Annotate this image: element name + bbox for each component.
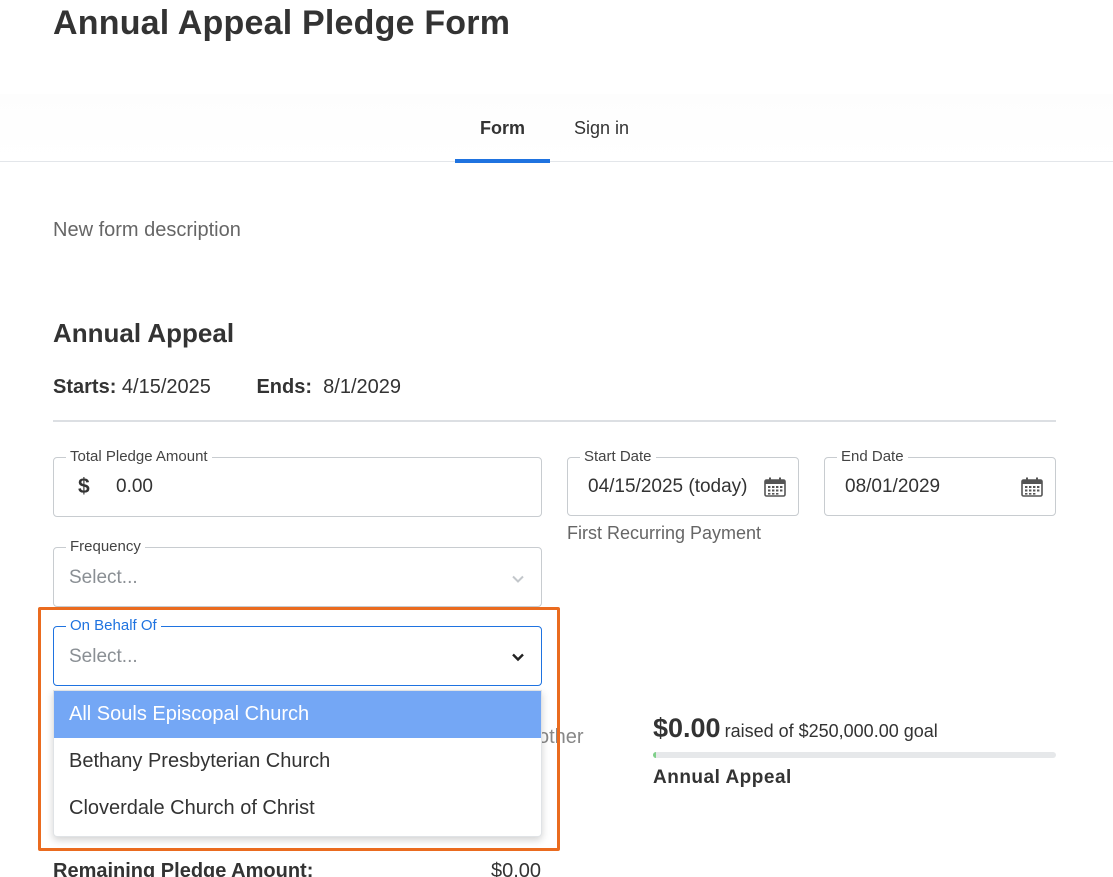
frequency-select[interactable]: Frequency Select...: [53, 538, 542, 607]
form-description: New form description: [53, 219, 241, 241]
start-date-input[interactable]: 04/15/2025 (today): [588, 476, 748, 498]
chevron-down-icon[interactable]: [511, 572, 525, 586]
progress-caption: Annual Appeal: [653, 767, 792, 788]
highlight-annotation: [38, 607, 560, 851]
dollar-sign-icon: $: [78, 475, 90, 498]
goal-progress-fill: [653, 752, 657, 758]
ends-label: Ends:: [256, 376, 313, 398]
calendar-icon[interactable]: [1021, 477, 1043, 497]
ends-value: 8/1/2029: [323, 376, 402, 398]
frequency-label: Frequency: [66, 538, 145, 556]
total-pledge-field[interactable]: Total Pledge Amount $ 0.00: [53, 448, 542, 517]
campaign-title: Annual Appeal: [53, 318, 235, 348]
page-title: Annual Appeal Pledge Form: [53, 4, 511, 42]
tab-form[interactable]: Form: [455, 94, 550, 163]
total-pledge-label: Total Pledge Amount: [66, 448, 212, 466]
remaining-pledge-value: $0.00: [491, 860, 542, 877]
total-pledge-input[interactable]: 0.00: [116, 476, 153, 498]
end-date-field[interactable]: End Date 08/01/2029: [824, 448, 1056, 516]
end-date-label: End Date: [837, 448, 908, 466]
campaign-dates: Starts: 4/15/2025 Ends: 8/1/2029: [53, 376, 401, 399]
goal-progress-bar: [653, 752, 1056, 758]
frequency-placeholder: Select...: [69, 567, 138, 588]
tab-sign-in[interactable]: Sign in: [560, 94, 643, 162]
remaining-pledge-label: Remaining Pledge Amount:: [53, 860, 314, 877]
start-date-helper: First Recurring Payment: [567, 523, 762, 543]
raised-goal-text: raised of $250,000.00 goal: [724, 721, 938, 741]
raised-amount: $0.00: [653, 713, 721, 743]
starts-value: 4/15/2025: [121, 376, 211, 398]
start-date-label: Start Date: [580, 448, 656, 466]
tab-bar: Form Sign in: [0, 94, 1113, 163]
starts-label: Starts:: [53, 376, 117, 398]
raised-summary: $0.00 raised of $250,000.00 goal: [653, 713, 938, 744]
start-date-field[interactable]: Start Date 04/15/2025 (today): [567, 448, 799, 516]
section-divider: [53, 420, 1056, 422]
end-date-input[interactable]: 08/01/2029: [845, 476, 940, 498]
calendar-icon[interactable]: [764, 477, 786, 497]
